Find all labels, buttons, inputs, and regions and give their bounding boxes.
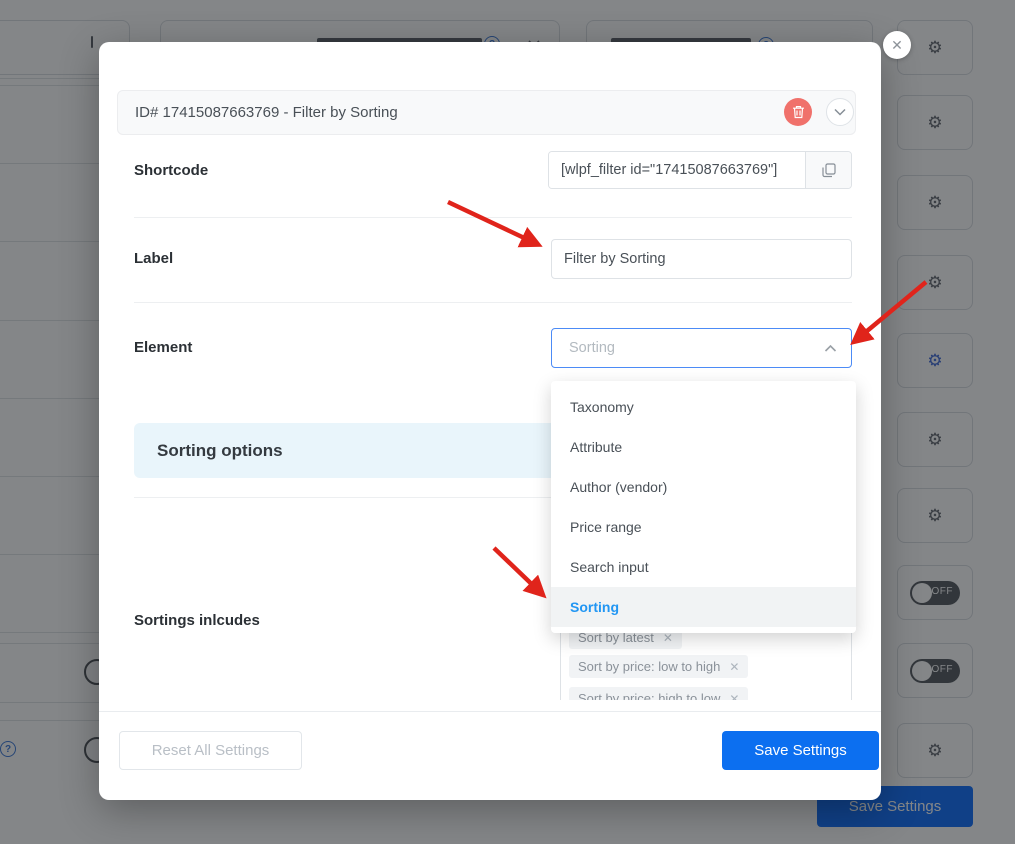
close-modal-button[interactable]: ✕ — [883, 31, 911, 59]
divider — [134, 302, 852, 303]
divider — [134, 217, 852, 218]
screen: ? ? ⚙⚙⚙⚙⚙⚙⚙OFFOFF⚙ ? Save Settings ID# 1… — [0, 0, 1015, 844]
dropdown-item-attribute[interactable]: Attribute — [551, 427, 856, 467]
tag-label: Sort by price: low to high — [578, 659, 721, 674]
save-settings-button[interactable]: Save Settings — [722, 731, 879, 770]
chevron-up-icon — [824, 344, 837, 352]
sortings-includes-label: Sortings inlcudes — [134, 612, 260, 629]
sorting-tag: Sort by price: high to low ✕ — [569, 687, 749, 701]
sorting-options-title: Sorting options — [157, 440, 283, 460]
dropdown-item-taxonomy[interactable]: Taxonomy — [551, 387, 856, 427]
element-field-label: Element — [134, 339, 193, 356]
element-select-value: Sorting — [569, 340, 615, 356]
close-icon: ✕ — [891, 36, 903, 53]
filter-title: ID# 17415087663769 - Filter by Sorting — [135, 104, 398, 121]
filter-header-bar[interactable]: ID# 17415087663769 - Filter by Sorting — [117, 90, 856, 135]
copy-icon — [821, 162, 836, 177]
shortcode-input-group — [548, 151, 852, 189]
collapse-filter-button[interactable] — [826, 98, 854, 126]
tag-label: Sort by price: high to low — [578, 691, 721, 700]
element-select[interactable]: Sorting — [551, 328, 852, 368]
trash-icon — [792, 106, 804, 119]
chevron-down-icon — [834, 108, 846, 116]
label-field-label: Label — [134, 250, 174, 267]
label-input[interactable] — [551, 239, 852, 279]
element-dropdown: Taxonomy Attribute Author (vendor) Price ra… — [551, 381, 856, 633]
shortcode-label: Shortcode — [134, 162, 209, 179]
footer-divider — [99, 711, 881, 712]
tag-remove-icon[interactable]: ✕ — [729, 660, 739, 674]
delete-filter-button[interactable] — [784, 98, 812, 126]
dropdown-item-search-input[interactable]: Search input — [551, 547, 856, 587]
dropdown-item-price-range[interactable]: Price range — [551, 507, 856, 547]
dropdown-item-author-vendor-[interactable]: Author (vendor) — [551, 467, 856, 507]
copy-shortcode-button[interactable] — [805, 152, 851, 188]
sorting-tag: Sort by price: low to high ✕ — [569, 655, 749, 678]
reset-all-settings-button[interactable]: Reset All Settings — [119, 731, 302, 770]
tag-remove-icon[interactable]: ✕ — [729, 692, 739, 701]
shortcode-input[interactable] — [549, 152, 805, 188]
dropdown-item-sorting[interactable]: Sorting — [551, 587, 856, 627]
